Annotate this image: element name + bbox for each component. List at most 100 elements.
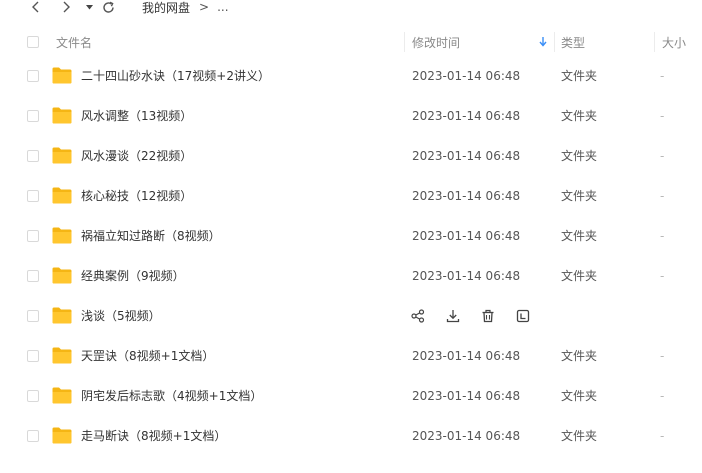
- file-size: -: [660, 229, 665, 243]
- download-icon: [446, 309, 460, 323]
- file-type: 文件夹: [561, 189, 598, 203]
- folder-icon: [52, 387, 72, 404]
- folder-icon: [52, 67, 72, 84]
- file-size: -: [660, 429, 665, 443]
- file-row[interactable]: 风水漫谈（22视频） 2023-01-14 06:48 文件夹 -: [0, 136, 702, 176]
- folder-icon: [52, 227, 72, 244]
- file-modified: 2023-01-14 06:48: [412, 429, 521, 443]
- folder-icon: [52, 147, 72, 164]
- file-size: -: [660, 189, 665, 203]
- row-checkbox[interactable]: [27, 70, 39, 82]
- column-divider[interactable]: [654, 32, 655, 52]
- folder-icon: [52, 107, 72, 124]
- file-type: 文件夹: [561, 149, 598, 163]
- chevron-left-icon: [32, 1, 39, 13]
- file-modified: 2023-01-14 06:48: [412, 69, 521, 83]
- forward-button[interactable]: [58, 0, 74, 14]
- breadcrumb: 我的网盘 > ...: [142, 0, 229, 16]
- file-type: 文件夹: [561, 229, 598, 243]
- file-modified: 2023-01-14 06:48: [412, 189, 521, 203]
- file-name[interactable]: 风水调整（13视频）: [81, 96, 192, 136]
- file-type: 文件夹: [561, 69, 598, 83]
- file-manager: 我的网盘 > ... 文件名 修改时间 类型 大小 二十四山砂水诀（17视频+2…: [0, 0, 702, 473]
- download-button[interactable]: [443, 306, 463, 326]
- row-checkbox[interactable]: [27, 390, 39, 402]
- row-checkbox[interactable]: [27, 310, 39, 322]
- folder-icon: [52, 267, 72, 284]
- file-modified: 2023-01-14 06:48: [412, 349, 521, 363]
- file-type: 文件夹: [561, 109, 598, 123]
- delete-icon: [481, 309, 495, 323]
- file-size: -: [660, 109, 665, 123]
- breadcrumb-separator: >: [199, 0, 210, 14]
- row-checkbox[interactable]: [27, 430, 39, 442]
- more-button[interactable]: [513, 306, 533, 326]
- delete-button[interactable]: [478, 306, 498, 326]
- row-checkbox[interactable]: [27, 350, 39, 362]
- column-divider[interactable]: [404, 32, 405, 52]
- file-modified: 2023-01-14 06:48: [412, 269, 521, 283]
- sort-button[interactable]: [538, 24, 548, 60]
- row-checkbox[interactable]: [27, 230, 39, 242]
- file-name[interactable]: 二十四山砂水诀（17视频+2讲义）: [81, 56, 270, 96]
- column-header-name[interactable]: 文件名: [56, 24, 92, 60]
- folder-icon: [52, 307, 72, 324]
- file-name[interactable]: 风水漫谈（22视频）: [81, 136, 192, 176]
- refresh-button[interactable]: [100, 0, 116, 14]
- file-modified: 2023-01-14 06:48: [412, 149, 521, 163]
- file-name[interactable]: 浅谈（5视频）: [81, 296, 161, 336]
- file-row[interactable]: 祸福立知过路断（8视频） 2023-01-14 06:48 文件夹 -: [0, 216, 702, 256]
- more-icon: [516, 309, 530, 323]
- file-type: 文件夹: [561, 349, 598, 363]
- row-checkbox[interactable]: [27, 110, 39, 122]
- row-checkbox[interactable]: [27, 150, 39, 162]
- file-type: 文件夹: [561, 389, 598, 403]
- file-size: -: [660, 349, 665, 363]
- arrow-down-icon: [539, 37, 547, 47]
- file-row[interactable]: 二十四山砂水诀（17视频+2讲义） 2023-01-14 06:48 文件夹 -: [0, 56, 702, 96]
- share-button[interactable]: [408, 306, 428, 326]
- file-name[interactable]: 经典案例（9视频）: [81, 256, 185, 296]
- select-all-checkbox[interactable]: [27, 36, 39, 48]
- file-size: -: [660, 269, 665, 283]
- file-list: 二十四山砂水诀（17视频+2讲义） 2023-01-14 06:48 文件夹 - 风水调…: [0, 56, 702, 456]
- file-type: 文件夹: [561, 269, 598, 283]
- file-name[interactable]: 核心秘技（12视频）: [81, 176, 192, 216]
- file-row[interactable]: 核心秘技（12视频） 2023-01-14 06:48 文件夹 -: [0, 176, 702, 216]
- file-name[interactable]: 阴宅发后标志歌（4视频+1文档）: [81, 376, 262, 416]
- file-modified: 2023-01-14 06:48: [412, 109, 521, 123]
- chevron-right-icon: [63, 1, 70, 13]
- file-row[interactable]: 走马断诀（8视频+1文档） 2023-01-14 06:48 文件夹 -: [0, 416, 702, 456]
- history-dropdown-button[interactable]: [84, 0, 94, 14]
- column-header-modified[interactable]: 修改时间: [412, 24, 460, 60]
- list-header: 文件名 修改时间 类型 大小: [0, 24, 702, 60]
- row-checkbox[interactable]: [27, 190, 39, 202]
- file-row[interactable]: 阴宅发后标志歌（4视频+1文档） 2023-01-14 06:48 文件夹 -: [0, 376, 702, 416]
- column-header-type[interactable]: 类型: [561, 24, 585, 60]
- share-icon: [411, 309, 425, 323]
- file-modified: 2023-01-14 06:48: [412, 229, 521, 243]
- file-name[interactable]: 祸福立知过路断（8视频）: [81, 216, 221, 256]
- caret-down-icon: [85, 4, 93, 9]
- column-header-size[interactable]: 大小: [662, 24, 686, 60]
- file-type: 文件夹: [561, 429, 598, 443]
- row-checkbox[interactable]: [27, 270, 39, 282]
- file-size: -: [660, 69, 665, 83]
- file-row[interactable]: 浅谈（5视频）: [0, 296, 702, 336]
- folder-icon: [52, 427, 72, 444]
- file-row[interactable]: 风水调整（13视频） 2023-01-14 06:48 文件夹 -: [0, 96, 702, 136]
- folder-icon: [52, 187, 72, 204]
- file-size: -: [660, 389, 665, 403]
- back-button[interactable]: [28, 0, 44, 14]
- file-modified: 2023-01-14 06:48: [412, 389, 521, 403]
- refresh-icon: [102, 1, 114, 13]
- file-name[interactable]: 走马断诀（8视频+1文档）: [81, 416, 226, 456]
- file-row[interactable]: 经典案例（9视频） 2023-01-14 06:48 文件夹 -: [0, 256, 702, 296]
- folder-icon: [52, 347, 72, 364]
- file-row[interactable]: 天罡诀（8视频+1文档） 2023-01-14 06:48 文件夹 -: [0, 336, 702, 376]
- file-name[interactable]: 天罡诀（8视频+1文档）: [81, 336, 214, 376]
- file-size: -: [660, 149, 665, 163]
- column-divider[interactable]: [554, 32, 555, 52]
- breadcrumb-root[interactable]: 我的网盘: [142, 0, 190, 16]
- breadcrumb-more[interactable]: ...: [217, 0, 228, 14]
